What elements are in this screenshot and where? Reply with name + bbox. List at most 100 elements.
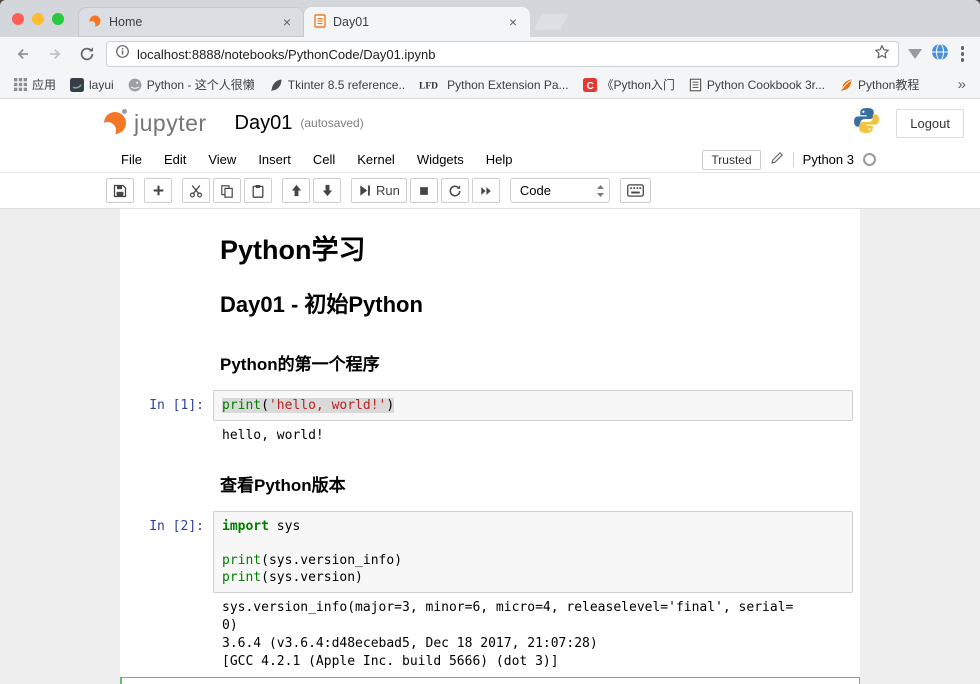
restart-kernel-button[interactable] — [441, 178, 469, 203]
divider — [793, 152, 794, 167]
output-line: sys.version_info(major=3, minor=6, micro… — [222, 599, 853, 617]
menu-kernel[interactable]: Kernel — [346, 148, 406, 171]
extension-triangle-icon[interactable] — [908, 49, 922, 59]
move-cell-up-button[interactable] — [282, 178, 310, 203]
save-button[interactable] — [106, 178, 134, 203]
svg-text:C: C — [586, 80, 593, 91]
input-prompt: In [1]: — [120, 390, 213, 421]
move-cell-down-button[interactable] — [313, 178, 341, 203]
browser-menu-icon[interactable] — [955, 42, 971, 66]
bookmark-label: layui — [89, 78, 114, 92]
menu-items: FileEditViewInsertCellKernelWidgetsHelp — [110, 148, 524, 171]
zoom-window-button[interactable] — [52, 13, 64, 25]
apps-grid-icon — [14, 78, 27, 91]
bookmark-label: 应用 — [32, 76, 56, 93]
new-tab-button[interactable] — [534, 14, 569, 30]
jupyter-toolbar: Run Code — [0, 173, 980, 209]
code-editor[interactable]: import sys print(sys.version_info)print(… — [213, 511, 853, 593]
tab-close-icon[interactable]: × — [506, 14, 520, 30]
menu-widgets[interactable]: Widgets — [406, 148, 475, 171]
run-label: Run — [376, 183, 400, 198]
reload-button[interactable] — [74, 41, 100, 67]
cell-type-dropdown[interactable]: Code — [510, 178, 610, 203]
extension-globe-icon[interactable] — [931, 43, 949, 66]
autosave-status: (autosaved) — [300, 116, 363, 130]
bookmark-item[interactable]: Tkinter 8.5 reference.. — [263, 75, 411, 95]
book-lines-icon — [689, 78, 702, 92]
markdown-cell[interactable]: Python学习 — [120, 221, 860, 278]
code-line: print(sys.version_info) — [222, 552, 844, 569]
code-line: print('hello, world!') — [222, 397, 844, 414]
menu-cell[interactable]: Cell — [302, 148, 346, 171]
menu-help[interactable]: Help — [475, 148, 524, 171]
output-line: [GCC 4.2.1 (Apple Inc. build 5666) (dot … — [222, 653, 853, 671]
menu-insert[interactable]: Insert — [247, 148, 302, 171]
tab-close-icon[interactable]: × — [280, 14, 294, 30]
code-token: (sys.version_info) — [261, 553, 402, 568]
paste-cell-button[interactable] — [244, 178, 272, 203]
bookmark-star-icon[interactable] — [874, 44, 890, 65]
heading-h1: Python学习 — [220, 228, 853, 267]
page-info-icon[interactable] — [115, 44, 130, 64]
cell-type-value: Code — [520, 183, 551, 198]
url-text[interactable]: localhost:8888/notebooks/PythonCode/Day0… — [137, 47, 867, 62]
dropdown-arrows-icon — [596, 184, 605, 198]
bookmark-item[interactable]: Python Cookbook 3r... — [683, 75, 831, 95]
logout-button[interactable]: Logout — [896, 109, 964, 138]
menu-view[interactable]: View — [197, 148, 247, 171]
bookmarks-overflow-chevron[interactable]: » — [952, 76, 972, 93]
forward-button[interactable] — [42, 41, 68, 67]
run-cell-button[interactable]: Run — [351, 178, 407, 203]
notebook-favicon-icon — [314, 14, 326, 31]
checkpoint-pencil-icon — [770, 151, 784, 168]
copy-cell-button[interactable] — [213, 178, 241, 203]
code-token: (sys.version) — [261, 570, 363, 585]
bookmark-item[interactable]: Python教程 — [833, 73, 925, 96]
bookmark-item[interactable]: Python - 这个人很懒 — [122, 73, 261, 96]
code-line: import sys — [222, 518, 844, 535]
jupyter-planet-icon — [104, 112, 126, 134]
markdown-cell[interactable]: Python的第一个程序 — [120, 330, 860, 384]
bookmark-item[interactable]: C《Python入门 — [577, 73, 681, 96]
bookmark-label: Python教程 — [858, 76, 919, 93]
code-token: sys — [269, 519, 300, 534]
back-button[interactable] — [10, 41, 36, 67]
menu-file[interactable]: File — [110, 148, 153, 171]
jupyter-header: jupyter Day01 (autosaved) Logout — [0, 99, 980, 147]
bookmark-item[interactable]: LFDPython Extension Pa... — [413, 75, 574, 95]
tab-day01[interactable]: Day01 × — [304, 7, 530, 37]
code-token: print — [222, 398, 261, 413]
browser-window: Home × Day01 × localhost:8888/notebooks/… — [0, 0, 980, 684]
code-line: print(sys.version) — [222, 569, 844, 586]
heading-h2: Day01 - 初始Python — [220, 287, 853, 319]
code-token: 'hello, world!' — [269, 398, 386, 413]
code-token: import — [222, 519, 269, 534]
bookmark-item[interactable]: 应用 — [8, 73, 62, 96]
jupyter-menubar: FileEditViewInsertCellKernelWidgetsHelp … — [0, 147, 980, 173]
menu-edit[interactable]: Edit — [153, 148, 197, 171]
bookmark-item[interactable]: layui — [64, 75, 120, 95]
insert-cell-button[interactable] — [144, 178, 172, 203]
restart-run-all-button[interactable] — [472, 178, 500, 203]
tab-home[interactable]: Home × — [78, 7, 304, 37]
code-editor[interactable]: print('hello, world!') — [213, 390, 853, 421]
code-cell[interactable]: In [1]: print('hello, world!') hello, worl… — [120, 384, 860, 451]
cut-cell-button[interactable] — [182, 178, 210, 203]
notebook: Python学习 Day01 - 初始Python Python的第一个程序 In [… — [120, 209, 860, 684]
output-area: hello, world! — [120, 421, 853, 445]
jupyter-logo[interactable]: jupyter — [104, 110, 207, 137]
code-cell[interactable]: In [2]:import sys print(sys.version_info… — [120, 505, 860, 677]
heading-h3: Python的第一个程序 — [220, 350, 853, 375]
code-input-row: In [2]:import sys print(sys.version_info… — [120, 511, 853, 593]
code-cell[interactable]: In [ ]: — [120, 677, 860, 684]
address-bar[interactable]: localhost:8888/notebooks/PythonCode/Day0… — [106, 41, 899, 67]
close-window-button[interactable] — [12, 13, 24, 25]
minimize-window-button[interactable] — [32, 13, 44, 25]
markdown-cell[interactable]: Day01 - 初始Python — [120, 278, 860, 330]
notebook-site: Python学习 Day01 - 初始Python Python的第一个程序 In [… — [0, 209, 980, 684]
command-palette-button[interactable] — [620, 178, 651, 203]
interrupt-kernel-button[interactable] — [410, 178, 438, 203]
trusted-badge[interactable]: Trusted — [702, 150, 760, 170]
notebook-title[interactable]: Day01 — [235, 112, 293, 135]
markdown-cell[interactable]: 查看Python版本 — [120, 451, 860, 505]
